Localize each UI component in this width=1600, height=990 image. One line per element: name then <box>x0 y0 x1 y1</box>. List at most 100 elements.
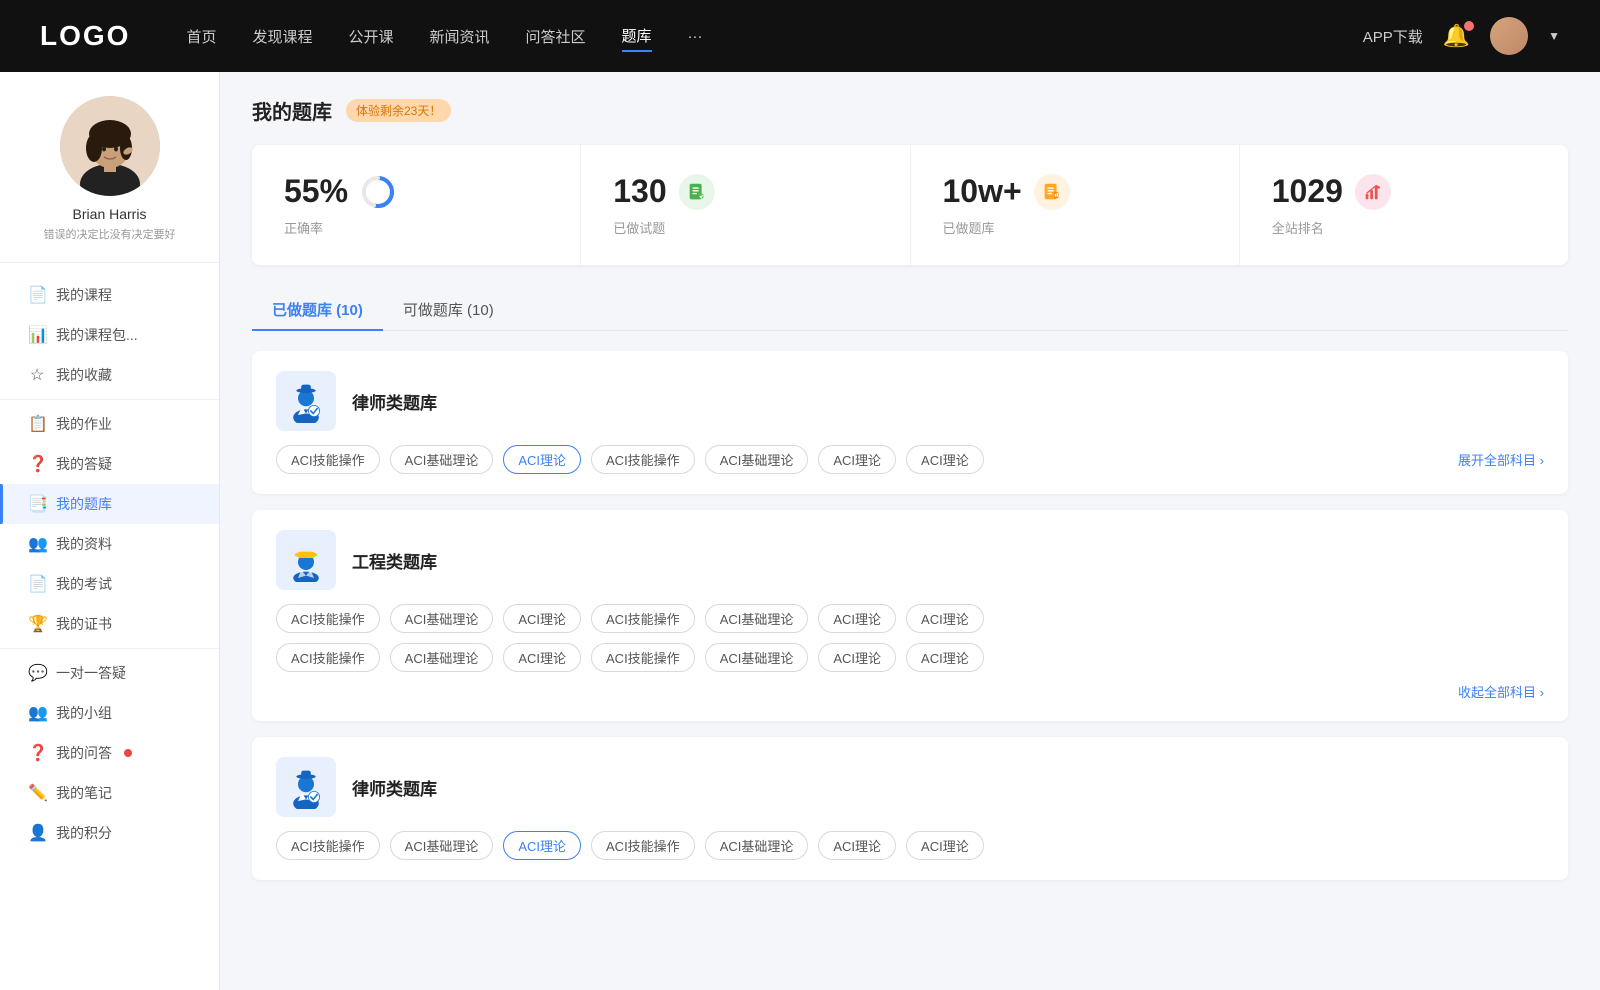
tag-eng-r2-1[interactable]: ACI基础理论 <box>390 643 494 672</box>
tags-row-lawyer-2: ACI技能操作 ACI基础理论 ACI理论 ACI技能操作 ACI基础理论 AC… <box>276 831 1544 860</box>
user-menu-chevron[interactable]: ▼ <box>1548 29 1560 43</box>
sidebar-avatar <box>60 96 160 196</box>
avatar-image <box>1490 17 1528 55</box>
sidebar-item-points[interactable]: 👤 我的积分 <box>0 813 219 853</box>
sidebar-item-course-pack-label: 我的课程包... <box>56 325 138 345</box>
tag-lawyer-1-3[interactable]: ACI技能操作 <box>591 445 695 474</box>
sidebar-item-course[interactable]: 📄 我的课程 <box>0 275 219 315</box>
tag-lawyer-2-0[interactable]: ACI技能操作 <box>276 831 380 860</box>
sidebar-item-profile[interactable]: 👥 我的资料 <box>0 524 219 564</box>
stat-label-done: 已做试题 <box>613 218 877 237</box>
course-icon: 📄 <box>28 285 46 305</box>
tag-lawyer-2-4[interactable]: ACI基础理论 <box>705 831 809 860</box>
sidebar-item-group[interactable]: 👥 我的小组 <box>0 693 219 733</box>
notification-bell[interactable]: 🔔 <box>1443 23 1470 49</box>
stat-card-rank: 1029 全站排名 <box>1240 145 1568 265</box>
doc-orange-icon <box>1034 174 1070 210</box>
nav-item-qa[interactable]: 问答社区 <box>526 22 586 51</box>
sidebar-item-course-label: 我的课程 <box>56 285 112 305</box>
tab-done-banks[interactable]: 已做题库 (10) <box>252 289 383 330</box>
tag-eng-0[interactable]: ACI技能操作 <box>276 604 380 633</box>
sidebar-item-1v1[interactable]: 💬 一对一答疑 <box>0 653 219 693</box>
sidebar-item-homework[interactable]: 📋 我的作业 <box>0 404 219 444</box>
profile-icon: 👥 <box>28 534 46 554</box>
sidebar: Brian Harris 错误的决定比没有决定要好 📄 我的课程 📊 我的课程包… <box>0 72 220 990</box>
tag-eng-6[interactable]: ACI理论 <box>906 604 984 633</box>
tag-eng-r2-0[interactable]: ACI技能操作 <box>276 643 380 672</box>
logo: LOGO <box>40 20 130 52</box>
bank-name-lawyer-2: 律师类题库 <box>352 775 437 800</box>
tag-lawyer-1-4[interactable]: ACI基础理论 <box>705 445 809 474</box>
bank-card-header-engineer: 工程类题库 <box>276 530 1544 590</box>
collapse-label-engineer: 收起全部科目 › <box>1458 682 1544 701</box>
app-download-link[interactable]: APP下载 <box>1363 26 1423 47</box>
sidebar-user-motto: 错误的决定比没有决定要好 <box>44 226 176 242</box>
tag-eng-r2-2[interactable]: ACI理论 <box>503 643 581 672</box>
sidebar-item-qa[interactable]: ❓ 我的答疑 <box>0 444 219 484</box>
expand-link-lawyer-1[interactable]: 展开全部科目 › <box>1458 450 1544 469</box>
sidebar-item-question-bank[interactable]: 📑 我的题库 <box>0 484 219 524</box>
sidebar-item-certificate[interactable]: 🏆 我的证书 <box>0 604 219 644</box>
tag-lawyer-2-5[interactable]: ACI理论 <box>818 831 896 860</box>
nav-item-news[interactable]: 新闻资讯 <box>430 22 490 51</box>
my-qa-icon: ❓ <box>28 743 46 763</box>
tag-eng-5[interactable]: ACI理论 <box>818 604 896 633</box>
nav-item-bank[interactable]: 题库 <box>622 21 652 52</box>
tag-eng-4[interactable]: ACI基础理论 <box>705 604 809 633</box>
sidebar-profile: Brian Harris 错误的决定比没有决定要好 <box>0 96 219 263</box>
nav-item-home[interactable]: 首页 <box>186 22 216 51</box>
collapse-link-engineer[interactable]: 收起全部科目 › <box>276 682 1544 701</box>
tags-row-engineer-2: ACI技能操作 ACI基础理论 ACI理论 ACI技能操作 ACI基础理论 AC… <box>276 643 1544 672</box>
tag-lawyer-1-5[interactable]: ACI理论 <box>818 445 896 474</box>
stat-top-done: 130 <box>613 173 877 210</box>
tag-lawyer-1-1[interactable]: ACI基础理论 <box>390 445 494 474</box>
tag-eng-r2-6[interactable]: ACI理论 <box>906 643 984 672</box>
sidebar-menu: 📄 我的课程 📊 我的课程包... ☆ 我的收藏 📋 我的作业 ❓ 我的答疑 � <box>0 271 219 857</box>
sidebar-item-my-qa[interactable]: ❓ 我的问答 <box>0 733 219 773</box>
tag-lawyer-2-2[interactable]: ACI理论 <box>503 831 581 860</box>
tag-eng-r2-4[interactable]: ACI基础理论 <box>705 643 809 672</box>
nav-item-discover[interactable]: 发现课程 <box>252 22 312 51</box>
tag-lawyer-2-1[interactable]: ACI基础理论 <box>390 831 494 860</box>
chart-red-icon <box>1355 174 1391 210</box>
tag-lawyer-1-6[interactable]: ACI理论 <box>906 445 984 474</box>
trial-badge: 体验剩余23天！ <box>346 99 451 122</box>
sidebar-item-notes[interactable]: ✏️ 我的笔记 <box>0 773 219 813</box>
tag-lawyer-2-6[interactable]: ACI理论 <box>906 831 984 860</box>
notes-icon: ✏️ <box>28 783 46 803</box>
nav-item-opencourse[interactable]: 公开课 <box>348 22 393 51</box>
stat-top-rank: 1029 <box>1272 173 1536 210</box>
doc-green-icon <box>679 174 715 210</box>
top-nav: LOGO 首页 发现课程 公开课 新闻资讯 问答社区 题库 ··· APP下载 … <box>0 0 1600 72</box>
stat-label-accuracy: 正确率 <box>284 218 548 237</box>
tag-lawyer-1-0[interactable]: ACI技能操作 <box>276 445 380 474</box>
tag-lawyer-2-3[interactable]: ACI技能操作 <box>591 831 695 860</box>
stat-value-done: 130 <box>613 173 666 210</box>
sidebar-user-name: Brian Harris <box>73 206 147 222</box>
stat-value-rank: 1029 <box>1272 173 1343 210</box>
doc-orange-svg <box>1041 181 1063 203</box>
nav-item-more[interactable]: ··· <box>688 24 703 49</box>
exam-icon: 📄 <box>28 574 46 594</box>
sidebar-item-qa-label: 我的答疑 <box>56 454 112 474</box>
tag-eng-1[interactable]: ACI基础理论 <box>390 604 494 633</box>
user-avatar[interactable] <box>1490 17 1528 55</box>
content-area: 我的题库 体验剩余23天！ 55% 正确率 <box>220 72 1600 990</box>
sidebar-item-favorites[interactable]: ☆ 我的收藏 <box>0 355 219 395</box>
sidebar-item-homework-label: 我的作业 <box>56 414 112 434</box>
tag-lawyer-1-2[interactable]: ACI理论 <box>503 445 581 474</box>
bank-card-header-lawyer-1: 律师类题库 <box>276 371 1544 431</box>
tag-eng-r2-5[interactable]: ACI理论 <box>818 643 896 672</box>
stat-value-accuracy: 55% <box>284 173 348 210</box>
lawyer-svg-1 <box>284 379 328 423</box>
stat-card-bank-done: 10w+ 已做题库 <box>911 145 1240 265</box>
engineer-svg <box>284 538 328 582</box>
tag-eng-r2-3[interactable]: ACI技能操作 <box>591 643 695 672</box>
tag-eng-3[interactable]: ACI技能操作 <box>591 604 695 633</box>
tab-available-banks[interactable]: 可做题库 (10) <box>383 289 514 330</box>
sidebar-item-course-pack[interactable]: 📊 我的课程包... <box>0 315 219 355</box>
bank-card-lawyer-2: 律师类题库 ACI技能操作 ACI基础理论 ACI理论 ACI技能操作 ACI基… <box>252 737 1568 880</box>
sidebar-item-exam[interactable]: 📄 我的考试 <box>0 564 219 604</box>
stat-top-bank-done: 10w+ <box>943 173 1207 210</box>
tag-eng-2[interactable]: ACI理论 <box>503 604 581 633</box>
